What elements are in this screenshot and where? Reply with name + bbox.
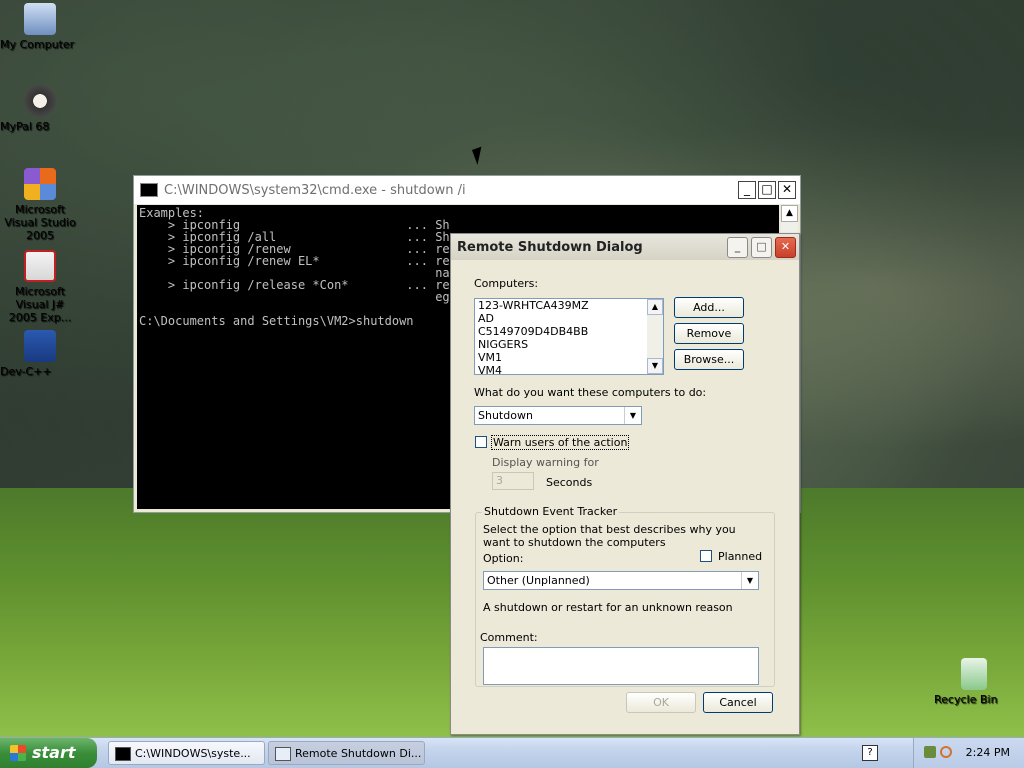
recycle-bin-icon [961, 658, 987, 690]
remove-button[interactable]: Remove [674, 323, 744, 344]
cmd-titlebar[interactable]: C:\WINDOWS\system32\cmd.exe - shutdown /… [134, 176, 800, 204]
visual-jsharp-icon [24, 250, 56, 282]
computer-list-item[interactable]: C5149709D4DB4BB [475, 325, 663, 338]
dialog-title: Remote Shutdown Dialog [457, 239, 643, 255]
chevron-down-icon: ▼ [624, 407, 641, 424]
desktop-icon-visual-jsharp[interactable]: Microsoft Visual J# 2005 Exp... [0, 250, 80, 324]
warn-users-checkbox[interactable] [475, 436, 487, 448]
devcpp-icon [24, 330, 56, 362]
option-label: Option: [483, 552, 524, 565]
start-button[interactable]: start [0, 738, 97, 768]
desktop-icon-visual-studio[interactable]: Microsoft Visual Studio 2005 [0, 168, 80, 242]
computer-icon [24, 3, 56, 35]
close-button[interactable]: ✕ [775, 236, 796, 258]
chevron-down-icon: ▼ [741, 572, 758, 589]
warning-seconds-field[interactable]: 3 [492, 472, 534, 490]
window-icon [275, 747, 291, 761]
action-select[interactable]: Shutdown ▼ [474, 406, 642, 425]
computer-list-item[interactable]: 123-WRHTCA439MZ [475, 299, 663, 312]
taskbar: start C:\WINDOWS\syste... Remote Shutdow… [0, 737, 1024, 768]
computer-list-item[interactable]: AD [475, 312, 663, 325]
dialog-titlebar[interactable]: Remote Shutdown Dialog _ □ ✕ [451, 234, 799, 260]
search-icon[interactable] [940, 746, 952, 758]
warn-users-label[interactable]: Warn users of the action [491, 435, 630, 450]
browse-button[interactable]: Browse... [674, 349, 744, 370]
maximize-button[interactable]: □ [751, 236, 772, 258]
scroll-down-arrow-icon[interactable]: ▼ [647, 358, 663, 374]
computer-list-item[interactable]: NIGGERS [475, 338, 663, 351]
clock[interactable]: 2:24 PM [966, 746, 1010, 759]
windows-flag-icon [10, 745, 26, 761]
help-icon[interactable]: ? [862, 745, 878, 761]
console-icon [115, 747, 131, 761]
visual-studio-icon [24, 168, 56, 200]
reason-description: A shutdown or restart for an unknown rea… [483, 601, 733, 614]
minimize-button[interactable]: _ [727, 236, 748, 258]
close-button[interactable]: ✕ [778, 181, 796, 199]
action-label: What do you want these computers to do: [474, 386, 707, 399]
ok-button[interactable]: OK [626, 692, 696, 713]
comment-label: Comment: [480, 631, 538, 644]
planned-checkbox[interactable] [700, 550, 712, 562]
option-select[interactable]: Other (Unplanned) ▼ [483, 571, 759, 590]
cancel-button[interactable]: Cancel [703, 692, 773, 713]
computers-list[interactable]: 123-WRHTCA439MZ AD C5149709D4DB4BB NIGGERS V… [474, 298, 664, 377]
planned-label: Planned [718, 550, 763, 563]
comment-field[interactable] [483, 647, 759, 685]
minimize-button[interactable]: _ [738, 181, 756, 199]
tracker-description: Select the option that best describes wh… [483, 523, 736, 549]
tracker-label: Shutdown Event Tracker [482, 505, 620, 518]
computers-scrollbar[interactable]: ▲ ▼ [647, 299, 663, 374]
cmd-title: C:\WINDOWS\system32\cmd.exe - shutdown /… [164, 182, 466, 198]
taskbar-item-cmd[interactable]: C:\WINDOWS\syste... [108, 741, 265, 765]
desktop-icon-recycle-bin[interactable]: Recycle Bin [934, 658, 1014, 706]
network-icon[interactable] [924, 746, 936, 758]
computer-list-item[interactable]: VM4 [475, 364, 663, 377]
remote-shutdown-dialog[interactable]: Remote Shutdown Dialog _ □ ✕ Computers: … [450, 233, 800, 735]
display-warning-label: Display warning for [492, 456, 599, 469]
computers-label: Computers: [474, 277, 539, 290]
console-icon [140, 183, 158, 197]
shutdown-event-tracker-group: Shutdown Event Tracker Select the option… [475, 505, 775, 687]
scroll-up-arrow-icon[interactable]: ▲ [647, 299, 663, 315]
maximize-button[interactable]: □ [758, 181, 776, 199]
desktop-icon-devcpp[interactable]: Dev-C++ [0, 330, 80, 378]
add-button[interactable]: Add... [674, 297, 744, 318]
computer-list-item[interactable]: VM1 [475, 351, 663, 364]
raccoon-icon [24, 85, 56, 117]
desktop-icon-my-computer[interactable]: My Computer [0, 3, 80, 51]
system-tray: 2:24 PM [913, 738, 1024, 768]
scroll-up-arrow-icon[interactable]: ▲ [781, 205, 798, 222]
desktop-icon-mypal[interactable]: MyPal 68 [0, 85, 80, 133]
seconds-label: Seconds [546, 476, 593, 489]
taskbar-item-shutdown-dialog[interactable]: Remote Shutdown Di... [268, 741, 425, 765]
